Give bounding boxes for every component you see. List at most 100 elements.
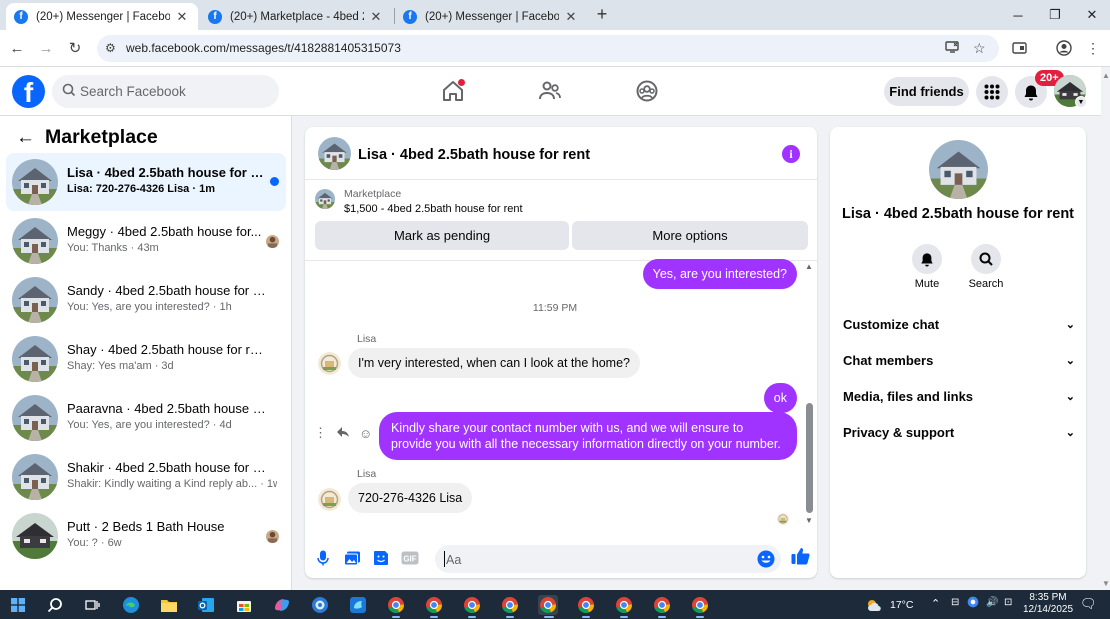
forward-arrow-icon[interactable]: →: [36, 38, 56, 58]
sender-avatar[interactable]: [318, 488, 341, 511]
task-view-icon[interactable]: [82, 595, 102, 615]
search-icon[interactable]: [45, 595, 65, 615]
chevron-down-icon[interactable]: ▼: [1075, 96, 1087, 108]
close-tab-icon[interactable]: ✕: [563, 9, 579, 25]
bookmark-star-icon[interactable]: ☆: [973, 40, 986, 57]
browser-tab[interactable]: f (20+) Messenger | Facebook ✕: [6, 3, 198, 30]
scroll-up-arrow-icon[interactable]: ▲: [805, 262, 813, 271]
install-app-icon[interactable]: [945, 40, 960, 57]
outgoing-message[interactable]: Kindly share your contact number with us…: [379, 412, 797, 460]
chat-scrollbar[interactable]: ▲ ▼: [805, 262, 815, 527]
privacy-support-section[interactable]: Privacy & support ⌄: [843, 422, 1075, 442]
chrome-icon[interactable]: [576, 595, 596, 615]
windows-start-icon[interactable]: [8, 595, 28, 615]
new-tab-button[interactable]: +: [592, 4, 612, 24]
scroll-thumb[interactable]: [806, 403, 813, 513]
chrome-icon[interactable]: [500, 595, 520, 615]
notification-center-icon[interactable]: 🗨: [1080, 596, 1097, 612]
outgoing-message[interactable]: ok: [763, 383, 797, 413]
microphone-icon[interactable]: [314, 549, 332, 567]
find-friends-button[interactable]: Find friends: [884, 77, 969, 106]
react-emoji-icon[interactable]: ☺: [359, 426, 372, 441]
chrome-icon[interactable]: [614, 595, 634, 615]
copilot-icon[interactable]: [272, 595, 292, 615]
info-icon[interactable]: i: [782, 145, 800, 163]
reload-icon[interactable]: ↻: [65, 38, 85, 58]
conversation-item[interactable]: Lisa · 4bed 2.5bath house for rent Lisa:…: [6, 153, 286, 211]
tray-app-icon[interactable]: ⊟: [951, 597, 959, 608]
app-icon[interactable]: [348, 595, 368, 615]
chat-avatar[interactable]: [318, 137, 351, 170]
chrome-icon[interactable]: [386, 595, 406, 615]
conversation-item[interactable]: Paaravna · 4bed 2.5bath house for... You…: [6, 389, 286, 447]
chrome-icon[interactable]: [652, 595, 672, 615]
chrome-icon[interactable]: [690, 595, 710, 615]
mute-button[interactable]: Mute: [902, 244, 952, 290]
microsoft-store-icon[interactable]: [234, 595, 254, 615]
weather-icon[interactable]: [864, 595, 884, 615]
more-options-icon[interactable]: ⋮: [314, 425, 327, 441]
scroll-down-arrow-icon[interactable]: ▼: [805, 516, 813, 525]
volume-icon[interactable]: 🔊: [986, 597, 998, 608]
chat-profile-avatar[interactable]: [929, 140, 988, 199]
facebook-logo-icon[interactable]: f: [12, 75, 45, 108]
photo-icon[interactable]: [343, 549, 361, 567]
conversation-item[interactable]: Putt · 2 Beds 1 Bath House You: ? · 6w: [6, 507, 286, 565]
facebook-search-input[interactable]: Search Facebook: [52, 75, 279, 108]
network-icon[interactable]: ⊡: [1004, 597, 1012, 608]
media-files-links-section[interactable]: Media, files and links ⌄: [843, 386, 1075, 406]
scroll-up-arrow-icon[interactable]: ▲: [1102, 71, 1110, 80]
browser-tab[interactable]: f (20+) Marketplace - 4bed 2.5ba ✕: [200, 3, 392, 30]
outlook-icon[interactable]: [196, 595, 216, 615]
file-explorer-icon[interactable]: [159, 595, 179, 615]
profile-icon[interactable]: [1055, 39, 1073, 57]
chrome-icon[interactable]: [462, 595, 482, 615]
edge-browser-icon[interactable]: [121, 595, 141, 615]
close-tab-icon[interactable]: ✕: [174, 9, 190, 25]
conversation-item[interactable]: Shay · 4bed 2.5bath house for rent Shay:…: [6, 330, 286, 388]
chrome-icon[interactable]: [538, 595, 558, 615]
groups-icon[interactable]: [634, 78, 660, 104]
scroll-down-arrow-icon[interactable]: ▼: [1102, 579, 1110, 588]
close-tab-icon[interactable]: ✕: [368, 9, 384, 25]
chat-members-section[interactable]: Chat members ⌄: [843, 350, 1075, 370]
outgoing-message[interactable]: Yes, are you interested?: [642, 259, 797, 289]
mark-as-pending-button[interactable]: Mark as pending: [315, 221, 569, 250]
friends-icon[interactable]: [537, 78, 563, 104]
minimize-window-button[interactable]: ─: [999, 0, 1037, 30]
taskbar-clock[interactable]: 8:35 PM 12/14/2025: [1018, 592, 1078, 616]
listing-price-title[interactable]: $1,500 - 4bed 2.5bath house for rent: [344, 203, 523, 215]
reading-list-icon[interactable]: [1011, 39, 1029, 57]
incoming-message[interactable]: 720-276-4326 Lisa: [348, 483, 473, 513]
conversation-item[interactable]: Shakir · 4bed 2.5bath house for rent Sha…: [6, 448, 286, 506]
reply-icon[interactable]: [336, 426, 350, 441]
like-thumbs-up-icon[interactable]: [790, 546, 810, 566]
menu-grid-icon[interactable]: [976, 76, 1008, 108]
message-input[interactable]: Aa: [435, 545, 781, 573]
emoji-icon[interactable]: [757, 550, 775, 568]
sticker-icon[interactable]: [372, 549, 390, 567]
chat-title[interactable]: Lisa · 4bed 2.5bath house for rent: [358, 147, 590, 163]
chrome-menu-icon[interactable]: ⋮: [1084, 39, 1102, 57]
chrome-icon[interactable]: [424, 595, 444, 615]
conversation-item[interactable]: Sandy · 4bed 2.5bath house for rent You:…: [6, 271, 286, 329]
back-arrow-icon[interactable]: ←: [7, 38, 27, 58]
more-options-button[interactable]: More options: [572, 221, 808, 250]
site-settings-icon[interactable]: ⚙: [105, 41, 116, 55]
address-bar[interactable]: ⚙ web.facebook.com/messages/t/4182881405…: [97, 35, 999, 62]
chevron-up-icon[interactable]: ⌃: [931, 597, 940, 610]
back-arrow-icon[interactable]: ←: [16, 127, 35, 149]
conversation-item[interactable]: Meggy · 4bed 2.5bath house for... You: T…: [6, 212, 286, 270]
gif-icon[interactable]: GIF: [401, 549, 419, 567]
search-in-conversation-button[interactable]: Search: [961, 244, 1011, 290]
customize-chat-section[interactable]: Customize chat ⌄: [843, 314, 1075, 334]
browser-tab[interactable]: f (20+) Messenger | Facebook ✕: [395, 3, 587, 30]
listing-thumbnail[interactable]: [315, 189, 335, 209]
tray-chrome-icon[interactable]: [967, 596, 979, 611]
close-window-button[interactable]: ✕: [1073, 0, 1110, 30]
page-scrollbar[interactable]: ▲ ▼: [1101, 67, 1110, 590]
incoming-message[interactable]: I'm very interested, when can I look at …: [348, 348, 640, 378]
sender-avatar[interactable]: [318, 352, 341, 375]
restore-window-button[interactable]: ❐: [1036, 0, 1074, 30]
app-icon[interactable]: [310, 595, 330, 615]
